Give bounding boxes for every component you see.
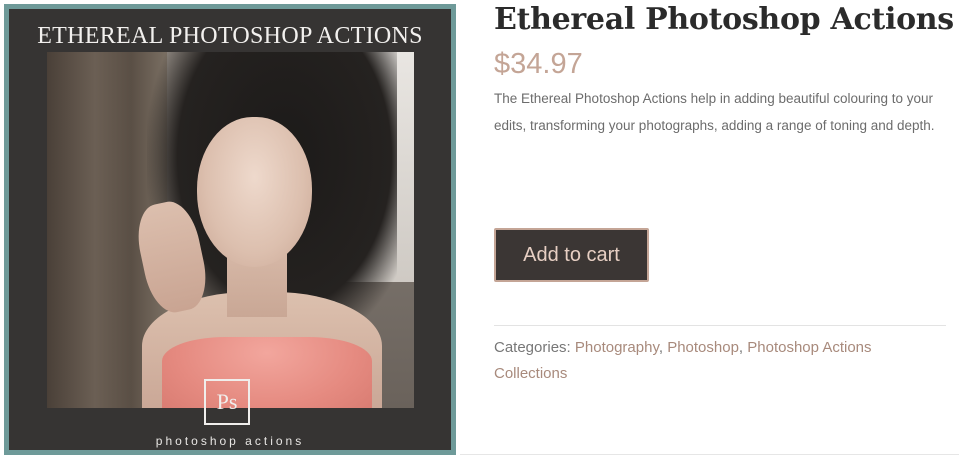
categories-label: Categories: (494, 339, 571, 356)
image-caption: photoshop actions (155, 434, 305, 448)
product-description: The Ethereal Photoshop Actions help in a… (494, 91, 935, 133)
product-price: $34.97 (494, 48, 583, 80)
photoshop-logo-icon: Ps (204, 379, 250, 425)
product-categories: Categories: Photography, Photoshop, Phot… (494, 339, 872, 382)
bottom-divider (460, 454, 959, 455)
category-link-photoshop[interactable]: Photoshop (667, 339, 739, 356)
model-photo (47, 52, 414, 408)
category-link-photography[interactable]: Photography (575, 339, 659, 356)
product-title: Ethereal Photoshop Actions (494, 2, 954, 37)
add-to-cart-button[interactable]: Add to cart (494, 228, 649, 282)
divider (494, 325, 946, 326)
image-overlay-title: ETHEREAL PHOTOSHOP ACTIONS (37, 23, 423, 49)
product-image[interactable]: ETHEREAL PHOTOSHOP ACTIONS Ps photoshop … (4, 4, 456, 455)
